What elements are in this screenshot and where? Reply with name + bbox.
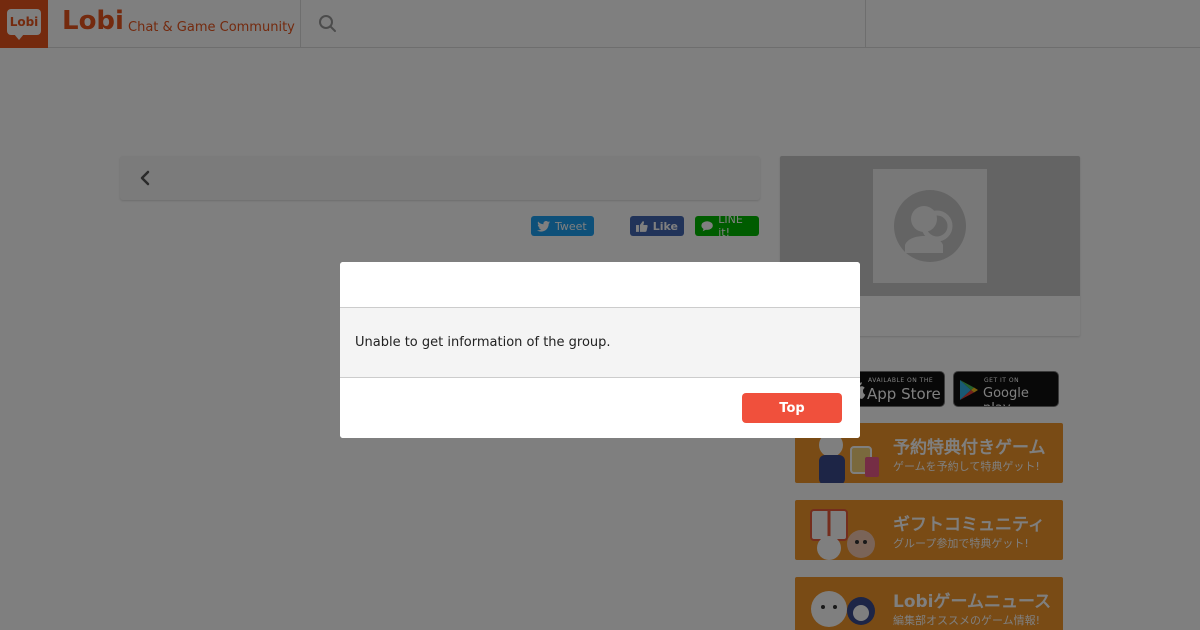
error-message: Unable to get information of the group. — [355, 335, 611, 350]
error-dialog: Unable to get information of the group. … — [340, 262, 860, 438]
dialog-body: Unable to get information of the group. — [340, 308, 860, 378]
top-button[interactable]: Top — [742, 393, 842, 423]
dialog-footer: Top — [340, 378, 860, 438]
dialog-header — [340, 262, 860, 308]
